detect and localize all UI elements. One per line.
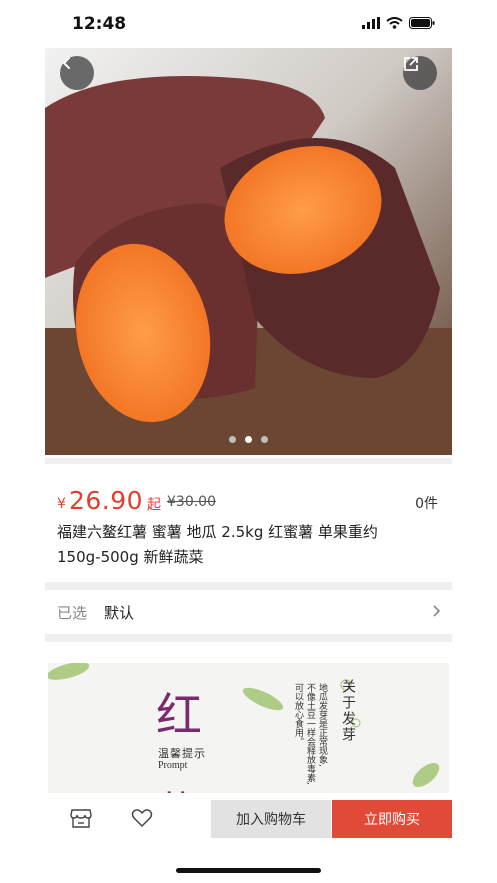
banner-title: 红 xyxy=(156,688,202,742)
banner-english: Prompt xyxy=(158,760,188,771)
signal-icon xyxy=(362,17,380,29)
home-indicator[interactable] xyxy=(176,868,321,873)
store-button[interactable] xyxy=(69,806,93,830)
price: 26.90 xyxy=(69,486,144,515)
carousel-dots xyxy=(45,436,452,443)
spec-label: 已选 xyxy=(57,604,88,622)
carousel-dot[interactable] xyxy=(229,436,236,443)
product-image-carousel[interactable] xyxy=(45,48,452,455)
leaf-decoration xyxy=(48,663,440,787)
battery-icon xyxy=(409,17,435,29)
share-icon xyxy=(404,57,418,71)
price-suffix: 起 xyxy=(147,497,161,513)
product-title: 福建六鳌红薯 蜜薯 地瓜 2.5kg 红蜜薯 单果重约150g-500g 新鲜蔬… xyxy=(57,523,378,566)
banner-vertical-line: 可以放心食用。 xyxy=(293,683,303,746)
currency-symbol: ¥ xyxy=(57,496,66,512)
banner-subtitle: 温馨提示 xyxy=(158,747,206,760)
section-divider xyxy=(45,582,452,590)
chevron-left-icon xyxy=(62,57,70,69)
status-bar: 12:48 xyxy=(0,0,497,48)
share-button[interactable] xyxy=(403,56,437,90)
chevron-right-icon xyxy=(433,605,441,617)
carousel-dot[interactable] xyxy=(261,436,268,443)
status-time: 12:48 xyxy=(72,14,127,34)
add-to-cart-button[interactable]: 加入购物车 xyxy=(211,800,331,838)
buy-now-button[interactable]: 立即购买 xyxy=(332,800,452,838)
original-price: ¥30.00 xyxy=(167,494,216,510)
favorite-button[interactable] xyxy=(130,806,154,830)
price-row: ¥ 26.90 起 ¥30.00 0件 xyxy=(57,486,440,516)
detail-banner: 红 温馨提示 Prompt 薯 关于发芽 地瓜发芽是正常现象, 不像土豆一样会释… xyxy=(48,663,449,793)
wifi-icon xyxy=(386,17,403,29)
sweet-potato-image xyxy=(45,48,452,455)
status-icons xyxy=(362,17,435,29)
banner-vertical-line: 地瓜发芽是正常现象, xyxy=(317,683,327,767)
spec-selector[interactable]: 已选 默认 xyxy=(57,600,442,624)
banner-title-2: 薯 xyxy=(156,779,196,793)
carousel-dot-active[interactable] xyxy=(245,436,252,443)
bottom-action-bar: 加入购物车 立即购买 xyxy=(45,796,452,840)
store-icon xyxy=(70,809,92,828)
banner-vertical-heading: 关于发芽 xyxy=(340,679,356,743)
banner-vertical-line: 不像土豆一样会释放毒素, xyxy=(305,683,315,785)
spec-value: 默认 xyxy=(104,604,135,622)
section-divider xyxy=(45,458,452,464)
sold-count: 0件 xyxy=(415,496,438,512)
heart-icon xyxy=(131,809,153,827)
back-button[interactable] xyxy=(60,56,94,90)
section-divider xyxy=(45,634,452,642)
